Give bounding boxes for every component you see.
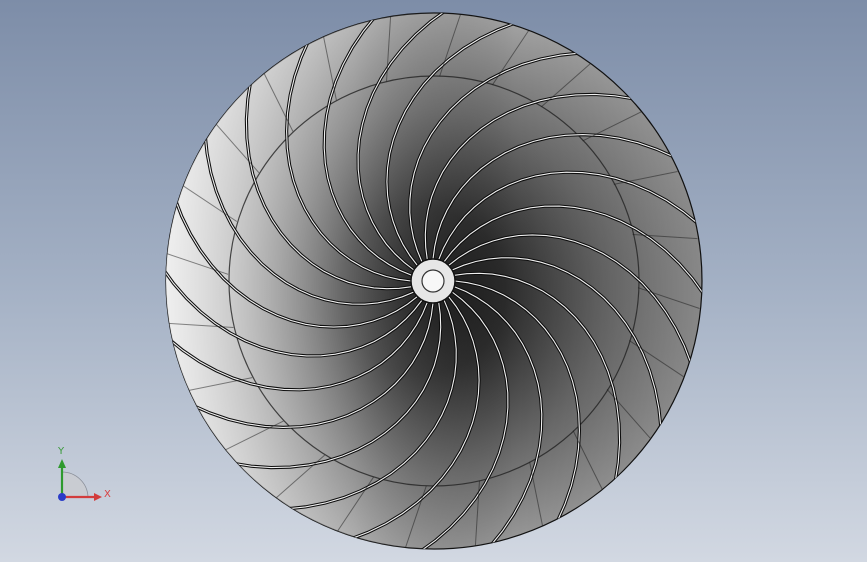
- triad-arc: [61, 471, 89, 498]
- x-axis-arrow-icon: [94, 493, 102, 501]
- 3d-viewport[interactable]: X Y: [0, 0, 867, 562]
- y-axis-arrow-icon: [58, 459, 66, 468]
- x-axis-label: X: [104, 489, 111, 500]
- y-axis-label: Y: [57, 446, 65, 457]
- hub-bore: [421, 269, 445, 293]
- axis-triad: X Y: [57, 446, 111, 501]
- impeller-model[interactable]: [161, 9, 704, 552]
- z-axis-dot-icon: [58, 493, 66, 501]
